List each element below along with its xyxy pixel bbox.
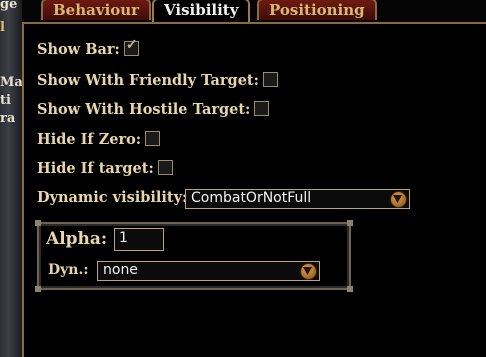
dynamic-visibility-label: Dynamic visibility: bbox=[37, 189, 188, 206]
show-friendly-checkbox[interactable] bbox=[262, 72, 278, 87]
dropdown-value: none bbox=[103, 262, 138, 278]
checkmark-icon: ✓ bbox=[125, 37, 138, 53]
background-text-fragment: ge bbox=[0, 0, 18, 12]
frame-corner bbox=[35, 220, 41, 226]
hide-if-target-checkbox[interactable] bbox=[157, 160, 173, 175]
background-text-fragment: Ma bbox=[0, 75, 23, 90]
option-show-bar: Show Bar: ✓ bbox=[37, 37, 139, 59]
show-bar-checkbox[interactable]: ✓ bbox=[123, 37, 139, 56]
hide-if-zero-checkbox[interactable] bbox=[145, 131, 161, 146]
option-label: Show Bar: bbox=[37, 41, 120, 58]
tab-bar: Behaviour Visibility Positioning bbox=[22, 0, 486, 22]
background-text-fragment: ti bbox=[0, 93, 11, 108]
background-text-fragment: l bbox=[0, 20, 5, 35]
option-hide-if-target: Hide If target: bbox=[37, 160, 173, 178]
tab-behaviour[interactable]: Behaviour bbox=[41, 0, 152, 20]
frame-corner bbox=[347, 220, 353, 226]
option-label: Hide If Zero: bbox=[37, 131, 142, 148]
option-hide-if-zero: Hide If Zero: bbox=[37, 131, 161, 149]
option-label: Show With Friendly Target: bbox=[37, 72, 259, 89]
show-hostile-checkbox[interactable] bbox=[254, 101, 270, 116]
frame-corner bbox=[347, 286, 353, 292]
frame-corner bbox=[35, 286, 41, 292]
background-text-fragment: ra bbox=[0, 111, 16, 126]
option-show-with-hostile-target: Show With Hostile Target: bbox=[37, 101, 270, 119]
dropdown-value: CombatOrNotFull bbox=[191, 190, 312, 206]
chevron-down-icon[interactable] bbox=[300, 263, 317, 280]
background-window-edge: ge l Ma ti ra bbox=[0, 0, 23, 357]
option-show-with-friendly-target: Show With Friendly Target: bbox=[37, 72, 278, 90]
dyn-dropdown[interactable]: none bbox=[97, 261, 320, 281]
option-label: Hide If target: bbox=[37, 160, 154, 177]
alpha-input[interactable]: 1 bbox=[114, 228, 164, 251]
dynamic-visibility-dropdown[interactable]: CombatOrNotFull bbox=[185, 189, 410, 209]
tab-visibility[interactable]: Visibility bbox=[152, 0, 251, 22]
tab-positioning[interactable]: Positioning bbox=[257, 0, 377, 20]
option-label: Show With Hostile Target: bbox=[37, 101, 251, 118]
chevron-down-icon[interactable] bbox=[390, 191, 407, 208]
dyn-label: Dyn.: bbox=[48, 262, 89, 278]
alpha-label: Alpha: bbox=[46, 229, 108, 249]
